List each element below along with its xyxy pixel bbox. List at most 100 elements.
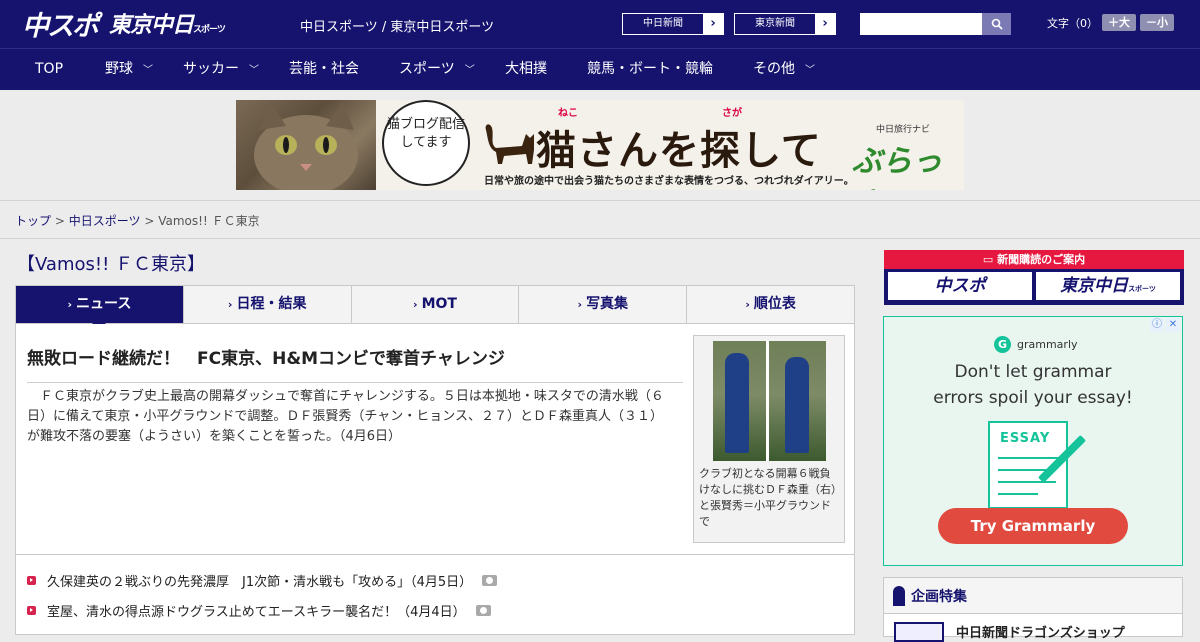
- breadcrumb: トップ > 中日スポーツ > Vamos!! ＦＣ東京: [15, 212, 260, 229]
- ad-headline: Don't let grammar errors spoil your essa…: [884, 359, 1182, 411]
- subscription-title: ▭ 新聞購読のご案内: [884, 250, 1184, 269]
- list-item[interactable]: 久保建英の２戦ぶりの先発濃厚 J1次節・清水戦も「攻める」（4月5日）: [27, 571, 498, 590]
- ad-brand: G grammarly: [994, 336, 1078, 353]
- chevron-down-icon: ﹀: [464, 65, 475, 76]
- nav-label: 野球: [105, 61, 133, 77]
- close-icon[interactable]: ✕: [1166, 318, 1180, 332]
- feature-title: 企画特集: [911, 588, 967, 605]
- essay-line: [998, 481, 1056, 483]
- feature-header: 企画特集: [884, 578, 1182, 614]
- nav-label: 芸能・社会: [289, 61, 359, 77]
- breadcrumb-sep: >: [144, 214, 155, 228]
- tab-photos[interactable]: › 写真集: [518, 286, 686, 323]
- subscription-box: ▭ 新聞購読のご案内 中スポ 東京中日スポーツ: [884, 250, 1184, 305]
- banner-area: 猫ブログ配信してます ねこ さが 猫さんを探して 中日旅行ナビ ぶらっ人 日常や…: [0, 90, 1200, 200]
- nav-label: スポーツ: [399, 61, 455, 77]
- breadcrumb-home[interactable]: トップ: [15, 214, 51, 228]
- search-input[interactable]: [860, 13, 982, 35]
- banner-subtitle: 日常や旅の途中で出会う猫たちのさまざまな表情をつづる、つれづれダイアリー。: [484, 176, 854, 187]
- search-button[interactable]: [982, 13, 1011, 35]
- logo-chuspo[interactable]: 中スポ: [22, 4, 99, 43]
- article-body: ＦＣ東京がクラブ史上最高の開幕ダッシュで奪首にチャレンジする。５日は本拠地・味ス…: [27, 389, 664, 444]
- chevron-right-icon: ›: [67, 298, 73, 311]
- chevron-right-icon: ›: [745, 298, 750, 311]
- tab-schedule[interactable]: › 日程・結果: [182, 286, 351, 323]
- search-icon: [991, 18, 1003, 30]
- camera-icon: [475, 605, 491, 616]
- nav-item-racing[interactable]: 競馬・ボート・競輪: [587, 49, 713, 90]
- player-figure: [725, 353, 749, 453]
- subscribe-tokyo-button[interactable]: 東京中日スポーツ: [1036, 272, 1180, 300]
- chevron-right-icon: ›: [815, 14, 835, 34]
- ruby-saga: さが: [722, 108, 742, 119]
- tokyo-shimbun-link[interactable]: 東京新聞 ›: [734, 13, 836, 35]
- nav-item-baseball[interactable]: 野球 ﹀: [105, 49, 153, 90]
- news-link[interactable]: 室屋、清水の得点源ドウグラス止めてエースキラー襲名だ！（4月4日）: [47, 601, 466, 620]
- nav-label: 競馬・ボート・競輪: [587, 61, 713, 77]
- cat-face-icon: [254, 102, 358, 190]
- ribbon-icon: [893, 585, 905, 606]
- nav-label: TOP: [35, 61, 64, 77]
- info-icon[interactable]: ⓘ: [1150, 318, 1164, 332]
- essay-line: [998, 469, 1048, 471]
- chevron-down-icon: ﹀: [143, 65, 153, 76]
- main-nav: TOP 野球 ﹀ サッカー ﹀ 芸能・社会 スポーツ ﹀ 大相撲 競馬・ボート・競輪 …: [0, 48, 1200, 90]
- chevron-right-icon: ›: [703, 14, 723, 34]
- chevron-right-icon: ›: [227, 298, 233, 311]
- tab-mot[interactable]: › MOT: [350, 286, 519, 323]
- subscribe-tokyo-small: スポーツ: [1128, 285, 1156, 293]
- font-bigger-button[interactable]: ＋大: [1102, 14, 1136, 31]
- brand-name: ぶらっ人: [852, 144, 942, 190]
- nav-item-other[interactable]: その他 ﹀: [753, 49, 815, 90]
- nav-item-soccer[interactable]: サッカー ﹀: [183, 49, 259, 90]
- chevron-down-icon: ﹀: [249, 65, 259, 76]
- essay-label: ESSAY: [1000, 431, 1051, 446]
- feature-box: 企画特集 中日新聞ドラゴンズショップ: [883, 577, 1183, 642]
- chevron-down-icon: ﹀: [805, 65, 815, 76]
- font-smaller-button[interactable]: －小: [1140, 14, 1174, 31]
- tab-label: ニュース: [76, 296, 132, 312]
- chunichi-shimbun-link[interactable]: 中日新聞 ›: [622, 13, 724, 35]
- ad-choices: ⓘ ✕: [1150, 318, 1180, 332]
- article-photo[interactable]: [713, 341, 826, 461]
- breadcrumb-bar: トップ > 中日スポーツ > Vamos!! ＦＣ東京: [0, 200, 1200, 239]
- nav-item-top[interactable]: TOP: [35, 49, 63, 90]
- tab-news[interactable]: › ニュース: [16, 286, 183, 330]
- font-size-label: 文字（0）: [1047, 16, 1098, 30]
- grammarly-ad[interactable]: ⓘ ✕ G grammarly Don't let grammar errors…: [883, 316, 1183, 566]
- nav-label: サッカー: [183, 61, 239, 77]
- feature-item[interactable]: 中日新聞ドラゴンズショップ: [894, 622, 1125, 642]
- tab-label: MOT: [421, 296, 457, 312]
- brand-sub: 中日旅行ナビ: [876, 125, 931, 135]
- logo-tokyo-chunichi[interactable]: 東京中日スポーツ: [109, 7, 226, 39]
- photo-divider: [766, 341, 769, 461]
- essay-line: [998, 493, 1038, 495]
- page-title: 【Vamos!! ＦＣ東京】: [17, 254, 206, 275]
- featured-article: 無敗ロード継続だ！ FC東京、H&Mコンビで奪首チャレンジ ＦＣ東京がクラブ史上…: [15, 324, 855, 555]
- breadcrumb-section[interactable]: 中日スポーツ: [69, 214, 141, 228]
- feature-thumbnail: [894, 622, 944, 642]
- subscribe-chuspo-button[interactable]: 中スポ: [888, 272, 1032, 300]
- nav-item-entertainment[interactable]: 芸能・社会: [289, 49, 359, 90]
- article-title[interactable]: 無敗ロード継続だ！ FC東京、H&Mコンビで奪首チャレンジ: [27, 344, 683, 383]
- photo-caption: クラブ初となる開幕６戦負けなしに挑むＤＦ森重（右）と張賢秀＝小平グラウンドで: [699, 467, 837, 528]
- news-link[interactable]: 久保建英の２戦ぶりの先発濃厚 J1次節・清水戦も「攻める」（4月5日）: [47, 571, 472, 590]
- ad-headline-line1: Don't let grammar: [954, 362, 1112, 382]
- nav-label: その他: [753, 61, 795, 77]
- ad-headline-line2: errors spoil your essay!: [933, 388, 1133, 408]
- feature-item-label: 中日新聞ドラゴンズショップ: [956, 626, 1125, 641]
- subscription-title-text: 新聞購読のご案内: [997, 253, 1086, 266]
- newspaper-icon: ▭: [982, 253, 998, 266]
- list-item[interactable]: 室屋、清水の得点源ドウグラス止めてエースキラー襲名だ！（4月4日）: [27, 601, 491, 620]
- article-photo-box: クラブ初となる開幕６戦負けなしに挑むＤＦ森重（右）と張賢秀＝小平グラウンドで: [693, 335, 845, 543]
- nav-item-sumo[interactable]: 大相撲: [505, 49, 547, 90]
- cat-blog-banner[interactable]: 猫ブログ配信してます ねこ さが 猫さんを探して 中日旅行ナビ ぶらっ人 日常や…: [236, 100, 964, 190]
- nav-item-sports[interactable]: スポーツ ﹀: [399, 49, 475, 90]
- try-grammarly-button[interactable]: Try Grammarly: [938, 508, 1128, 544]
- camera-icon: [482, 575, 498, 586]
- essay-line: [998, 457, 1058, 459]
- breadcrumb-sep: >: [54, 214, 65, 228]
- site-logo[interactable]: 中スポ 東京中日スポーツ: [22, 4, 226, 43]
- tab-standings[interactable]: › 順位表: [686, 286, 854, 323]
- site-header: 中スポ 東京中日スポーツ 中日スポーツ / 東京中日スポーツ 中日新聞 › 東京…: [0, 0, 1200, 48]
